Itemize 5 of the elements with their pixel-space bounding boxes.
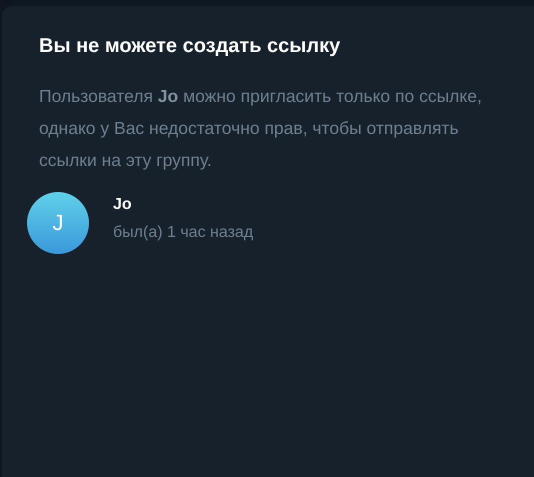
user-avatar: J bbox=[27, 192, 89, 254]
user-name: Jo bbox=[113, 196, 133, 214]
dialog-message: Пользователя Jo можно пригласить только по ссылке, однако у Вас недостаточно прав, чтобы отправлять ссылки на эту группу. bbox=[39, 85, 483, 172]
user-status: был(а) 1 час назад bbox=[113, 224, 254, 242]
dialog-title: Вы не можете создать ссылку bbox=[39, 34, 342, 58]
